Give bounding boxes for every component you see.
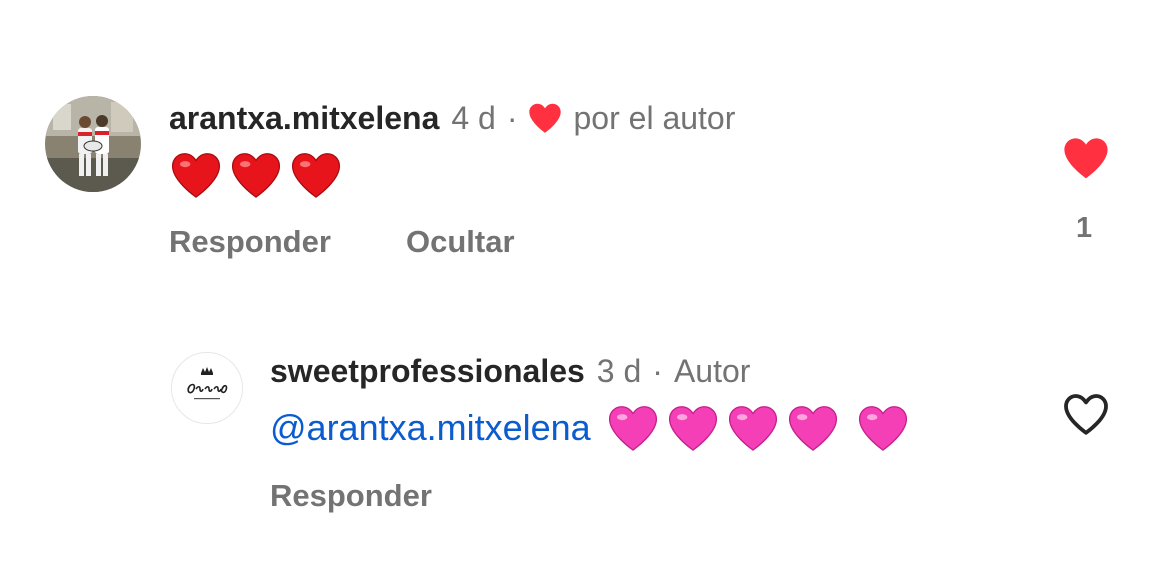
reply-button[interactable]: Responder xyxy=(169,224,331,260)
red-heart-emoji-icon xyxy=(290,150,342,200)
comment-header: sweetprofessionales 3 d · Autor xyxy=(270,349,750,393)
comment-body xyxy=(170,147,342,203)
pink-heart-emoji-icon xyxy=(727,403,779,453)
mention-link[interactable]: @arantxa.mitxelena xyxy=(270,407,591,449)
pink-heart-emoji-icon xyxy=(857,403,909,453)
avatar[interactable] xyxy=(171,352,243,424)
separator: · xyxy=(506,99,518,136)
avatar[interactable] xyxy=(45,96,141,192)
author-badge: Autor xyxy=(673,352,751,389)
comment-username[interactable]: sweetprofessionales xyxy=(270,353,585,390)
like-count: 1 xyxy=(1076,212,1093,244)
like-button[interactable] xyxy=(1062,392,1110,441)
heart-filled-icon xyxy=(1062,136,1110,180)
pink-heart-emoji-icon xyxy=(787,403,839,453)
liked-by-author-label: por el autor xyxy=(573,99,736,136)
comment-body: @arantxa.mitxelena xyxy=(270,400,909,456)
separator: · xyxy=(652,352,663,389)
like-button[interactable] xyxy=(1062,136,1110,185)
pink-heart-emoji-icon xyxy=(667,403,719,453)
comment-username[interactable]: arantxa.mitxelena xyxy=(169,100,439,137)
reply-button[interactable]: Responder xyxy=(270,478,432,514)
comment-age: 4 d xyxy=(451,99,496,136)
comment-age: 3 d xyxy=(596,352,642,389)
liked-by-author-heart-icon xyxy=(527,102,563,134)
comment-header: arantxa.mitxelena 4 d · por el autor xyxy=(169,96,735,140)
heart-outline-icon xyxy=(1062,392,1110,436)
red-heart-emoji-icon xyxy=(230,150,282,200)
red-heart-emoji-icon xyxy=(170,150,222,200)
pink-heart-emoji-icon xyxy=(607,403,659,453)
hide-button[interactable]: Ocultar xyxy=(406,224,515,260)
